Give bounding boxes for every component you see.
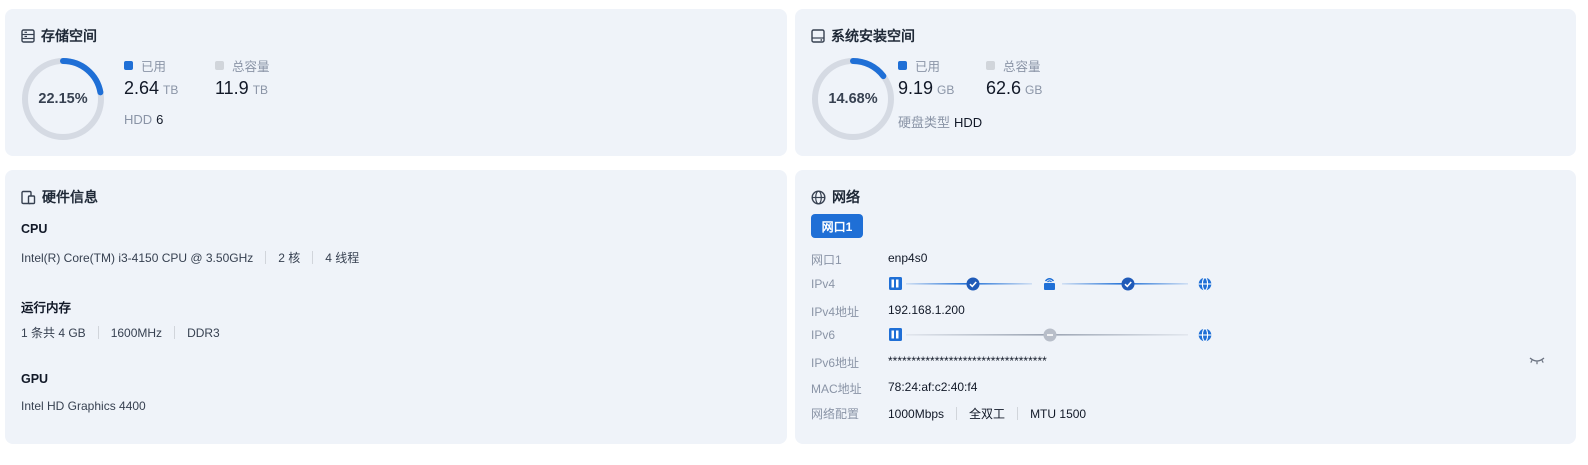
ipv4-label: IPv4 [811, 277, 836, 291]
eye-closed-icon[interactable] [1529, 356, 1545, 366]
memory-type: DDR3 [187, 325, 220, 340]
memory-speed: 1600MHz [110, 325, 163, 340]
storage-used-value: 2.64 [124, 78, 160, 98]
check-circle-icon [966, 277, 980, 291]
cpu-model: Intel(R) Core(TM) i3-4150 CPU @ 3.50GHz [21, 250, 254, 265]
storage-percent: 22.15% [38, 91, 88, 107]
ipv6-connectivity-flow [889, 328, 1212, 342]
storage-title: 存储空间 [21, 26, 97, 46]
storage-disk-count: HDD 6 [124, 112, 164, 127]
ipv4-addr-value: 192.168.1.200 [888, 303, 965, 317]
cpu-cores: 2 核 [278, 251, 301, 265]
gpu-model: Intel HD Graphics 4400 [21, 399, 146, 413]
hard-drive-icon [811, 29, 825, 43]
storage-total-value: 11.9 [215, 78, 249, 98]
globe-icon [811, 189, 826, 205]
tab-port1[interactable]: 网口1 [811, 214, 863, 238]
used-swatch [898, 61, 907, 70]
ipv6-addr-label: IPv6地址 [811, 356, 860, 370]
config-info: 1000Mbps 全双工 MTU 1500 [888, 405, 1086, 422]
storage-total: 总容量 11.9 TB [215, 60, 270, 98]
cpu-heading: CPU [21, 222, 48, 236]
system-title: 系统安装空间 [811, 26, 915, 46]
ipv4-connectivity-flow [889, 277, 1212, 291]
internet-globe-icon [1198, 277, 1212, 291]
cpu-info: Intel(R) Core(TM) i3-4150 CPU @ 3.50GHz … [21, 249, 359, 266]
iface-value: enp4s0 [888, 251, 928, 265]
hardware-card: 硬件信息 CPU Intel(R) Core(TM) i3-4150 CPU @… [5, 170, 787, 444]
router-icon [1044, 278, 1055, 290]
system-used: 已用 9.19 GB [898, 60, 955, 98]
ipv6-addr-value: ********************************** [888, 354, 1047, 368]
memory-info: 1 条共 4 GB 1600MHz DDR3 [21, 324, 220, 341]
config-speed: 1000Mbps [888, 406, 945, 421]
internet-globe-icon [1198, 328, 1212, 342]
gpu-heading: GPU [21, 372, 49, 386]
used-swatch [124, 61, 133, 70]
network-card: 网络 网口1 网口1 enp4s0 IPv4 IPv4地址 192.168.1.… [795, 170, 1576, 444]
ipv6-label: IPv6 [811, 328, 836, 342]
config-mtu: MTU 1500 [1030, 406, 1087, 421]
storage-icon [21, 29, 35, 43]
memory-heading: 运行内存 [21, 301, 72, 315]
memory-size: 1 条共 4 GB [21, 326, 86, 340]
check-circle-icon [1121, 277, 1135, 291]
nic-icon [889, 277, 902, 290]
iface-label: 网口1 [811, 253, 842, 267]
system-install-card: 系统安装空间 14.68% 已用 9.19 GB 总容量 62.6 GB 硬盘类型 H… [795, 9, 1576, 156]
config-duplex: 全双工 [969, 407, 1006, 421]
system-disk-type: 硬盘类型 HDD [898, 115, 983, 130]
mac-label: MAC地址 [811, 382, 862, 396]
storage-card: 存储空间 22.15% 已用 2.64 TB 总容量 11.9 TB HDD 6 [5, 9, 787, 156]
mac-value: 78:24:af:c2:40:f4 [888, 380, 978, 394]
system-total: 总容量 62.6 GB [986, 60, 1043, 98]
config-label: 网络配置 [811, 407, 860, 421]
network-title: 网络 [811, 187, 860, 207]
system-total-value: 62.6 [986, 78, 1022, 98]
cpu-threads: 4 线程 [325, 251, 360, 265]
total-swatch [215, 61, 224, 70]
gpu-info: Intel HD Graphics 4400 [21, 399, 146, 413]
ipv4-addr-label: IPv4地址 [811, 305, 860, 319]
system-percent: 14.68% [828, 91, 878, 107]
hardware-title: 硬件信息 [21, 187, 98, 207]
devices-icon [21, 190, 36, 204]
total-swatch [986, 61, 995, 70]
system-used-value: 9.19 [898, 78, 934, 98]
nic-icon [889, 328, 902, 341]
storage-used: 已用 2.64 TB [124, 60, 179, 98]
inactive-circle-icon [1043, 328, 1057, 342]
